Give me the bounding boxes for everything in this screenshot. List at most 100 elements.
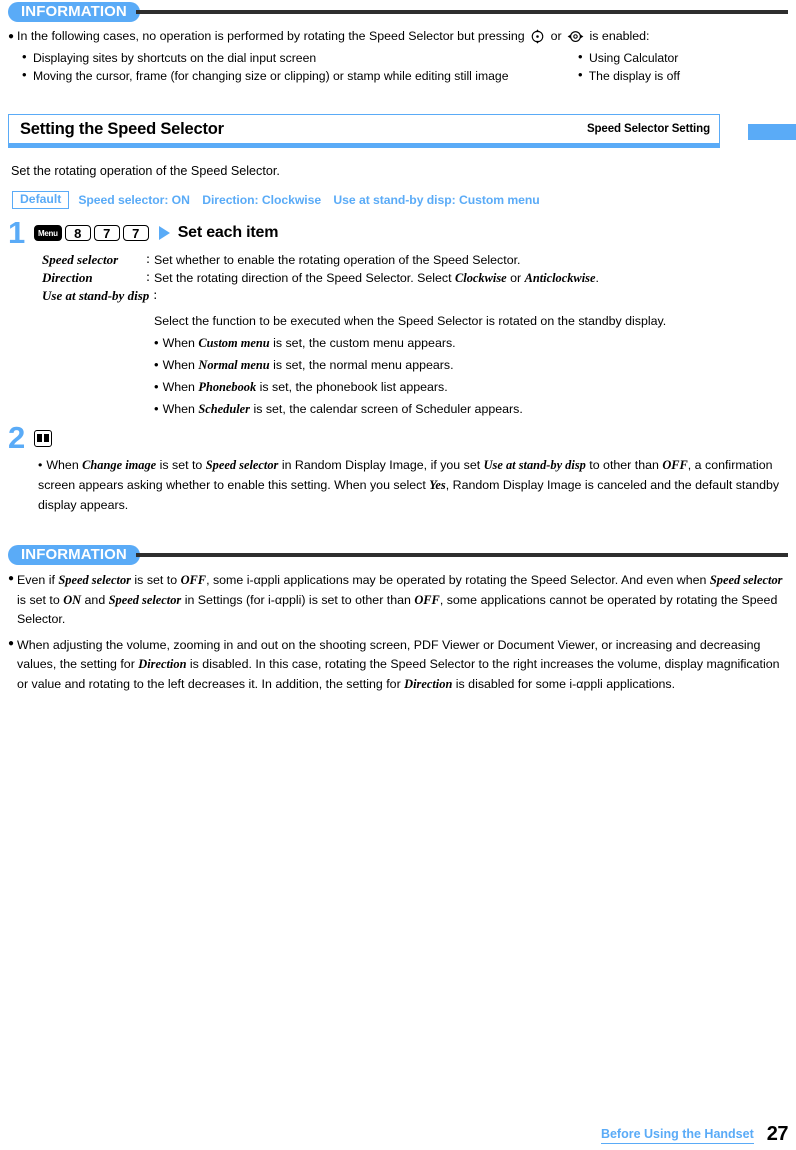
list-item-post: is set, the phonebook list appears. [256,380,448,394]
list-item-emphasis: Normal menu [198,358,270,372]
list-item: • Displaying sites by shortcuts on the d… [22,49,578,67]
definition-colon: ∶ [146,271,150,285]
note-part: When [46,458,83,472]
leftright-circle-key-icon [567,29,584,47]
top-information-block: INFORMATION ● In the following cases, no… [8,2,788,85]
definition-description: Set whether to enable the rotating opera… [154,253,521,267]
information-sub-right: • Using Calculator • The display is off [578,49,778,85]
list-item-pre: When [162,402,199,416]
list-item: • When Scheduler is set, the calendar scr… [154,398,788,420]
bullet-disc-icon: ● [8,573,15,584]
default-value: Direction: Clockwise [202,193,322,207]
para-emphasis: Direction [404,676,453,691]
definition-term: Direction [42,270,93,285]
information-banner: INFORMATION [8,2,788,22]
bullet-dot-icon: • [154,401,159,416]
desc-emphasis: Clockwise [455,271,507,285]
para-emphasis: Direction [138,657,187,671]
para-emphasis: OFF [180,573,207,587]
list-item-pre: When [162,380,199,394]
list-item-pre: When [162,336,199,350]
bullet-disc-icon: ● [8,637,15,649]
step-1-standby-block: Select the function to be executed when … [8,311,788,420]
list-item-post: is set, the custom menu appears. [269,336,456,350]
list-item-post: is set, the normal menu appears. [269,358,454,372]
information-paragraph-text: Even if Speed selector is set to OFF, so… [17,571,788,630]
open-book-select-key-icon [34,429,52,447]
default-value: Speed selector: ON [78,193,190,207]
list-item-label: Moving the cursor, frame (for changing s… [32,69,509,83]
updown-circle-key-icon [530,29,545,47]
step-2: 2 • When Change image is set to Speed sel… [8,420,788,515]
information-paragraph: ● When adjusting the volume, zooming in … [8,636,788,695]
list-item-label: Displaying sites by shortcuts on the dia… [32,51,317,65]
step-1-header: 1 Menu 8 7 7 Set each item [8,215,788,250]
list-item-pre: When [162,358,199,372]
default-values: Speed selector: ON Direction: Clockwise … [78,193,548,207]
information-main-text-post: is enabled: [589,29,650,43]
bottom-information-block: INFORMATION ● Even if Speed selector is … [8,545,788,694]
para-part: in Settings (for i-αppli) is set to othe… [181,592,415,607]
list-item-emphasis: Scheduler [198,402,251,416]
key-7-first: 7 [93,225,120,241]
note-emphasis: OFF [662,458,688,472]
bullet-dot-icon: • [154,379,159,394]
note-emphasis: Speed selector [205,458,279,472]
bullet-dot-icon: • [22,49,27,64]
desc-part: Set the rotating direction of the Speed … [154,271,456,285]
document-page: INFORMATION ● In the following cases, no… [0,0,796,1150]
note-emphasis: Use at stand-by disp [483,458,586,472]
list-item-emphasis: Custom menu [198,336,270,350]
section-header-underline [8,143,720,148]
list-item: • Moving the cursor, frame (for changing… [22,67,578,85]
definition-term: Use at stand-by disp [42,288,150,303]
key-7-second: 7 [122,225,149,241]
information-main-text-pre: In the following cases, no operation is … [17,29,525,43]
footer-page-number: 27 [766,1123,789,1145]
default-value: Use at stand-by disp: Custom menu [333,193,540,207]
information-conjunction: or [550,29,562,43]
banner-rule [135,10,788,14]
page-title: Setting the Speed Selector [20,119,224,138]
page-footer: Before Using the Handset 27 [0,1123,789,1145]
list-item-label: Using Calculator [588,51,679,65]
step-1-number: 1 [8,215,26,250]
footer-chapter-label: Before Using the Handset [600,1127,754,1144]
bullet-disc-icon: ● [8,31,15,42]
definition-colon: ∶ [146,253,150,267]
definition-description: Set the rotating direction of the Speed … [154,269,788,287]
para-part: and [81,592,109,607]
banner-rule [135,553,788,557]
desc-part: or [506,271,525,285]
information-main-bullet: ● In the following cases, no operation i… [8,29,788,47]
list-item-label: The display is off [588,69,680,83]
information-badge: INFORMATION [8,545,140,565]
definition-term: Speed selector [42,252,119,267]
note-emphasis: Yes [429,478,446,492]
play-arrow-icon [158,226,170,240]
step-2-header: 2 [8,420,788,455]
list-item: • Using Calculator [578,49,778,67]
bullet-dot-icon: • [578,67,583,82]
para-emphasis: Speed selector [709,573,783,587]
para-part: is disabled for some i-αppli application… [452,676,676,691]
standby-intro-text: Select the function to be executed when … [154,314,667,328]
para-emphasis: OFF [414,592,440,607]
definition-row: Direction ∶ Set the rotating direction o… [42,269,788,287]
step-1: 1 Menu 8 7 7 Set each item Speed selecto… [8,215,788,420]
bullet-dot-icon: • [38,458,43,472]
desc-emphasis: Anticlockwise [524,271,596,285]
para-emphasis: ON [63,592,82,607]
key-menu: Menu [34,225,62,241]
note-part: is set to [156,458,206,472]
bullet-dot-icon: • [154,335,159,350]
information-main-text: In the following cases, no operation is … [17,29,649,47]
desc-part: . [595,271,599,285]
definition-row: Speed selector ∶ Set whether to enable t… [42,251,788,269]
bullet-dot-icon: • [154,357,159,372]
para-emphasis: Speed selector [108,592,182,607]
step-2-number: 2 [8,420,26,455]
note-part: in Random Display Image, if you set [278,458,484,472]
bullet-dot-icon: • [22,67,27,82]
para-part: is set to [17,592,64,607]
